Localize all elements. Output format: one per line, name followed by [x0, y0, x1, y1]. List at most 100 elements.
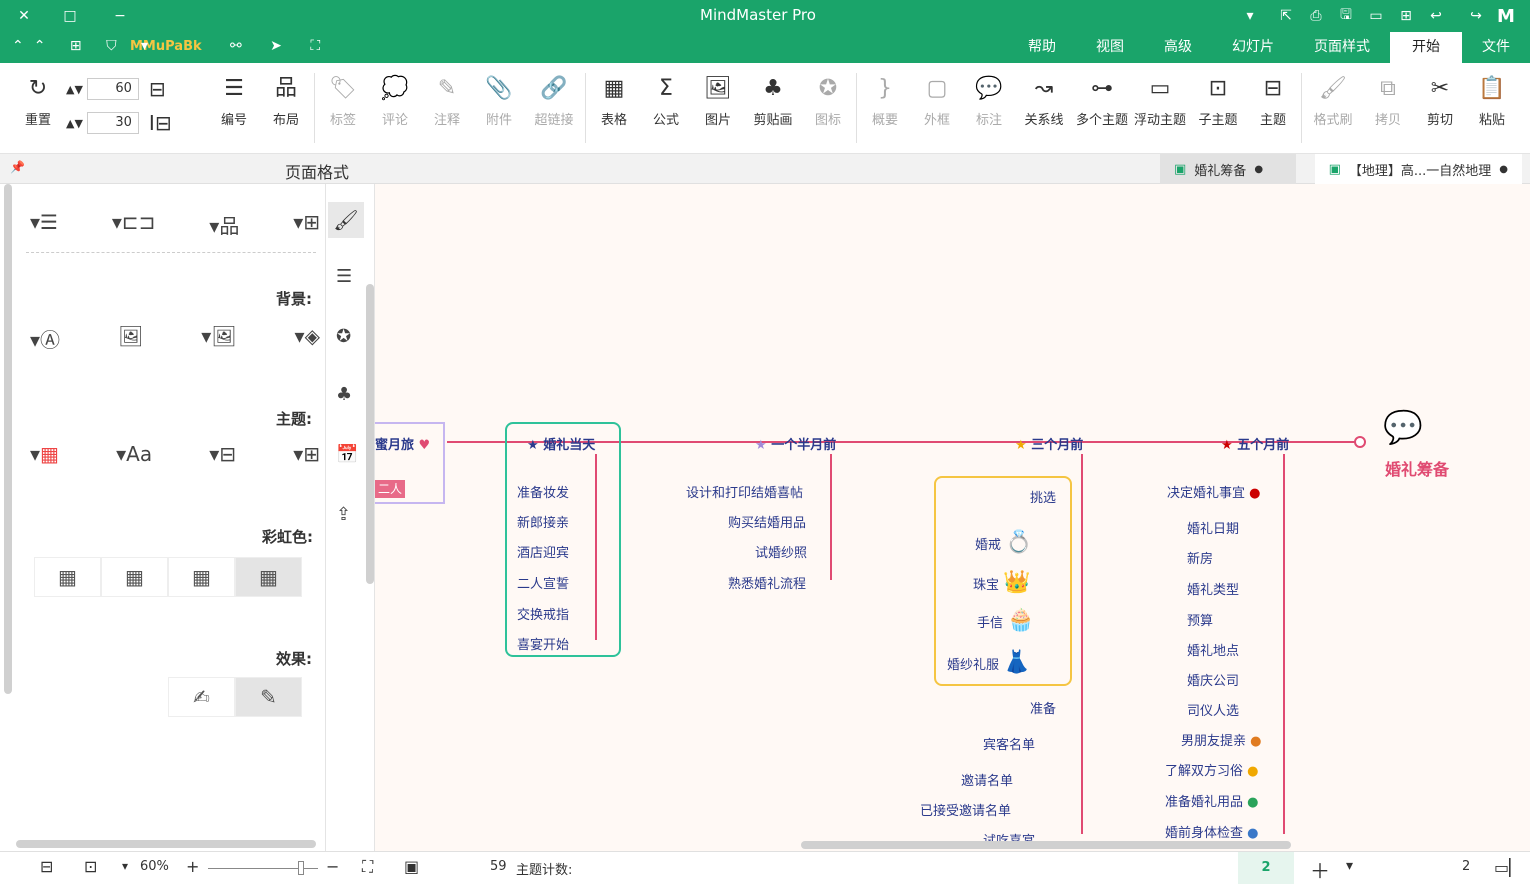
topic[interactable]: 二人 — [375, 480, 405, 498]
background-tools[interactable]: ▾Ⓐ 🖼 ▾🖼 ▾◈ — [30, 324, 320, 353]
ribbon-button-1-1[interactable]: ⊡ 子主题 — [1191, 73, 1245, 128]
topic[interactable]: 新房 — [1187, 548, 1213, 567]
layout-tools[interactable]: ▾☰ ▾⊏⊐ ▾品 ▾⊞ — [30, 210, 320, 239]
topic[interactable]: 珠宝 👑 — [973, 570, 1031, 595]
share-tools[interactable]: ⚯ ➤ ⛶ — [230, 38, 332, 54]
menu-1[interactable]: 开始 — [1390, 32, 1462, 63]
menu-4[interactable]: 高级 — [1144, 32, 1212, 63]
ribbon-button-1-3[interactable]: ⊶ 多个主题 — [1075, 73, 1129, 128]
page-view-icon[interactable]: ▭▏ — [1494, 858, 1521, 877]
redo-icon[interactable]: ↪ — [1466, 6, 1486, 26]
topic[interactable]: 已接受邀请名单 — [920, 800, 1011, 819]
fit-page-icon[interactable]: ▣ — [404, 857, 419, 876]
topic[interactable]: 预算 — [1187, 610, 1213, 629]
menu-5[interactable]: 视图 — [1076, 32, 1144, 63]
more-icon[interactable]: ▾ — [1240, 6, 1260, 26]
zoom-dropdown-icon[interactable]: ▾ — [122, 859, 128, 873]
topic[interactable]: 手信 🧁 — [977, 608, 1035, 633]
menu-3[interactable]: 幻灯片 — [1212, 32, 1294, 63]
ribbon-button-1-0[interactable]: ⊟ 主题 — [1249, 73, 1297, 128]
topic[interactable]: 婚前身体检查 ● — [1165, 822, 1259, 841]
rainbow-option[interactable]: ▦ — [101, 557, 168, 597]
topic[interactable]: 新郎接亲 — [517, 512, 569, 531]
topic[interactable]: 婚礼地点 — [1187, 640, 1239, 659]
effect-sketch[interactable]: ✍ — [168, 677, 235, 717]
clipart-icon[interactable]: ♣ — [336, 384, 352, 405]
v-spacing-input[interactable]: 30 — [86, 112, 139, 134]
ribbon-button-4-1[interactable]: ☰ 编号 — [210, 73, 258, 128]
format-brush-icon[interactable]: 🖌 — [328, 202, 364, 238]
menu-0[interactable]: 文件 — [1462, 32, 1530, 63]
theme-tools[interactable]: ▾▦ ▾Aa ▾⊟ ▾⊞ — [30, 442, 320, 466]
effect-options[interactable]: ✍ ✎ — [168, 677, 302, 717]
panel-toggle-icon[interactable]: ⊟ — [40, 857, 53, 876]
ribbon-button-0-0[interactable]: 📋 粘贴 — [1468, 73, 1516, 128]
export-panel-icon[interactable]: ⇪ — [336, 504, 351, 525]
open-icon[interactable]: ▭ — [1366, 6, 1386, 26]
ribbon-button-0-2[interactable]: ⧉ 拷贝 — [1364, 73, 1412, 128]
topic[interactable]: 司仪人选 — [1187, 700, 1239, 719]
fullscreen-icon[interactable]: ⛶ — [362, 857, 373, 877]
pin-icon[interactable]: 📌 — [10, 160, 25, 174]
ribbon-button-3-0[interactable]: 🔗 超链接 — [527, 73, 581, 128]
zoom-out-icon[interactable]: − — [326, 857, 339, 876]
strip-scrollbar[interactable] — [366, 284, 374, 584]
ribbon-button-0-3[interactable]: 🖌 格式刷 — [1306, 73, 1360, 128]
topic[interactable]: 酒店迎宾 — [517, 542, 569, 561]
branch-topic[interactable]: ★ 三个月前 — [1015, 434, 1083, 453]
ribbon-button-1-5[interactable]: 💬 标注 — [965, 73, 1013, 128]
close-icon[interactable]: ✕ — [14, 6, 34, 26]
ribbon-button-4-0[interactable]: 品布局 — [262, 73, 310, 128]
topic[interactable]: 婚戒 💍 — [975, 530, 1033, 555]
h-spacing[interactable]: ▲▼ 60 ⊟ — [66, 77, 166, 101]
task-icon[interactable]: 📅 — [336, 444, 358, 465]
topic[interactable]: 决定婚礼事宜 ● — [1167, 482, 1261, 501]
mindmap-canvas[interactable]: 💬 婚礼筹备 ★ 五个月前 ★ 三个月前 ★ 一个半月前 ★ 婚礼当天 蜜月旅 … — [375, 184, 1530, 851]
reset-button[interactable]: ↻ 重置 — [14, 73, 62, 128]
topic[interactable]: 设计和打印结婚喜帖 — [686, 482, 803, 501]
toolbar-icons[interactable]: ⌃⌃ ⊞ ⛉ ▾ — [12, 38, 158, 54]
icon-library-icon[interactable]: ✪ — [336, 326, 351, 347]
topic[interactable]: 挑选 — [1030, 487, 1056, 506]
ribbon-button-1-4[interactable]: ↝ 关系线 — [1017, 73, 1071, 128]
topic[interactable]: 邀请名单 — [961, 770, 1013, 789]
zoom-slider-handle[interactable] — [298, 861, 304, 875]
topic[interactable]: 婚礼类型 — [1187, 579, 1239, 598]
topic[interactable]: 婚庆公司 — [1187, 670, 1239, 689]
doc-tab-geography[interactable]: ▣ 【地理】高...一自然地理 ● — [1314, 154, 1522, 184]
page-tab[interactable]: 2 — [1238, 852, 1294, 884]
h-spacing-input[interactable]: 60 — [86, 78, 139, 100]
ribbon-button-2-0[interactable]: ✪ 图标 — [804, 73, 852, 128]
topic[interactable]: 宾客名单 — [983, 734, 1035, 753]
ribbon-button-2-1[interactable]: ♣ 剪贴画 — [746, 73, 800, 128]
effect-flat[interactable]: ✎ — [235, 677, 302, 717]
topic[interactable]: 了解双方习俗 ● — [1165, 760, 1259, 779]
branch-topic[interactable]: ★ 一个半月前 — [755, 434, 836, 453]
topic[interactable]: 熟悉婚礼流程 — [728, 573, 806, 592]
undo-icon[interactable]: ↩ — [1426, 6, 1446, 26]
maximize-icon[interactable]: □ — [60, 6, 80, 26]
ribbon-button-3-3[interactable]: 💭 评论 — [371, 73, 419, 128]
topic[interactable]: 试婚纱照 — [755, 542, 807, 561]
panel-hscroll[interactable] — [16, 840, 316, 848]
topic[interactable]: 二人宣誓 — [517, 573, 569, 592]
topic[interactable]: 婚纱礼服 👗 — [947, 650, 1031, 675]
menu-2[interactable]: 页面样式 — [1294, 32, 1390, 63]
ribbon-button-1-7[interactable]: } 概要 — [861, 73, 909, 128]
ribbon-button-2-4[interactable]: ▦ 表格 — [590, 73, 638, 128]
zoom-in-icon[interactable]: + — [186, 857, 199, 876]
canvas-hscroll[interactable] — [801, 841, 1291, 849]
minimize-icon[interactable]: − — [110, 6, 130, 26]
zoom-level[interactable]: 60% — [140, 859, 169, 874]
doc-tab-wedding[interactable]: ▣ 婚礼筹备 ● — [1160, 154, 1296, 184]
panel-scrollbar[interactable] — [4, 184, 12, 694]
topic[interactable]: 喜宴开始 — [517, 634, 569, 653]
ribbon-button-3-1[interactable]: 📎 附件 — [475, 73, 523, 128]
rainbow-option[interactable]: ▦ — [168, 557, 235, 597]
close-dot-icon[interactable]: ● — [1499, 164, 1508, 175]
ribbon-button-2-2[interactable]: 🖼 图片 — [694, 73, 742, 128]
ribbon-button-1-6[interactable]: ▢ 外框 — [913, 73, 961, 128]
branch-topic[interactable]: ★ 五个月前 — [1221, 434, 1289, 453]
close-dot-icon[interactable]: ● — [1254, 164, 1263, 175]
add-page-icon[interactable]: ＋ — [1310, 855, 1330, 884]
